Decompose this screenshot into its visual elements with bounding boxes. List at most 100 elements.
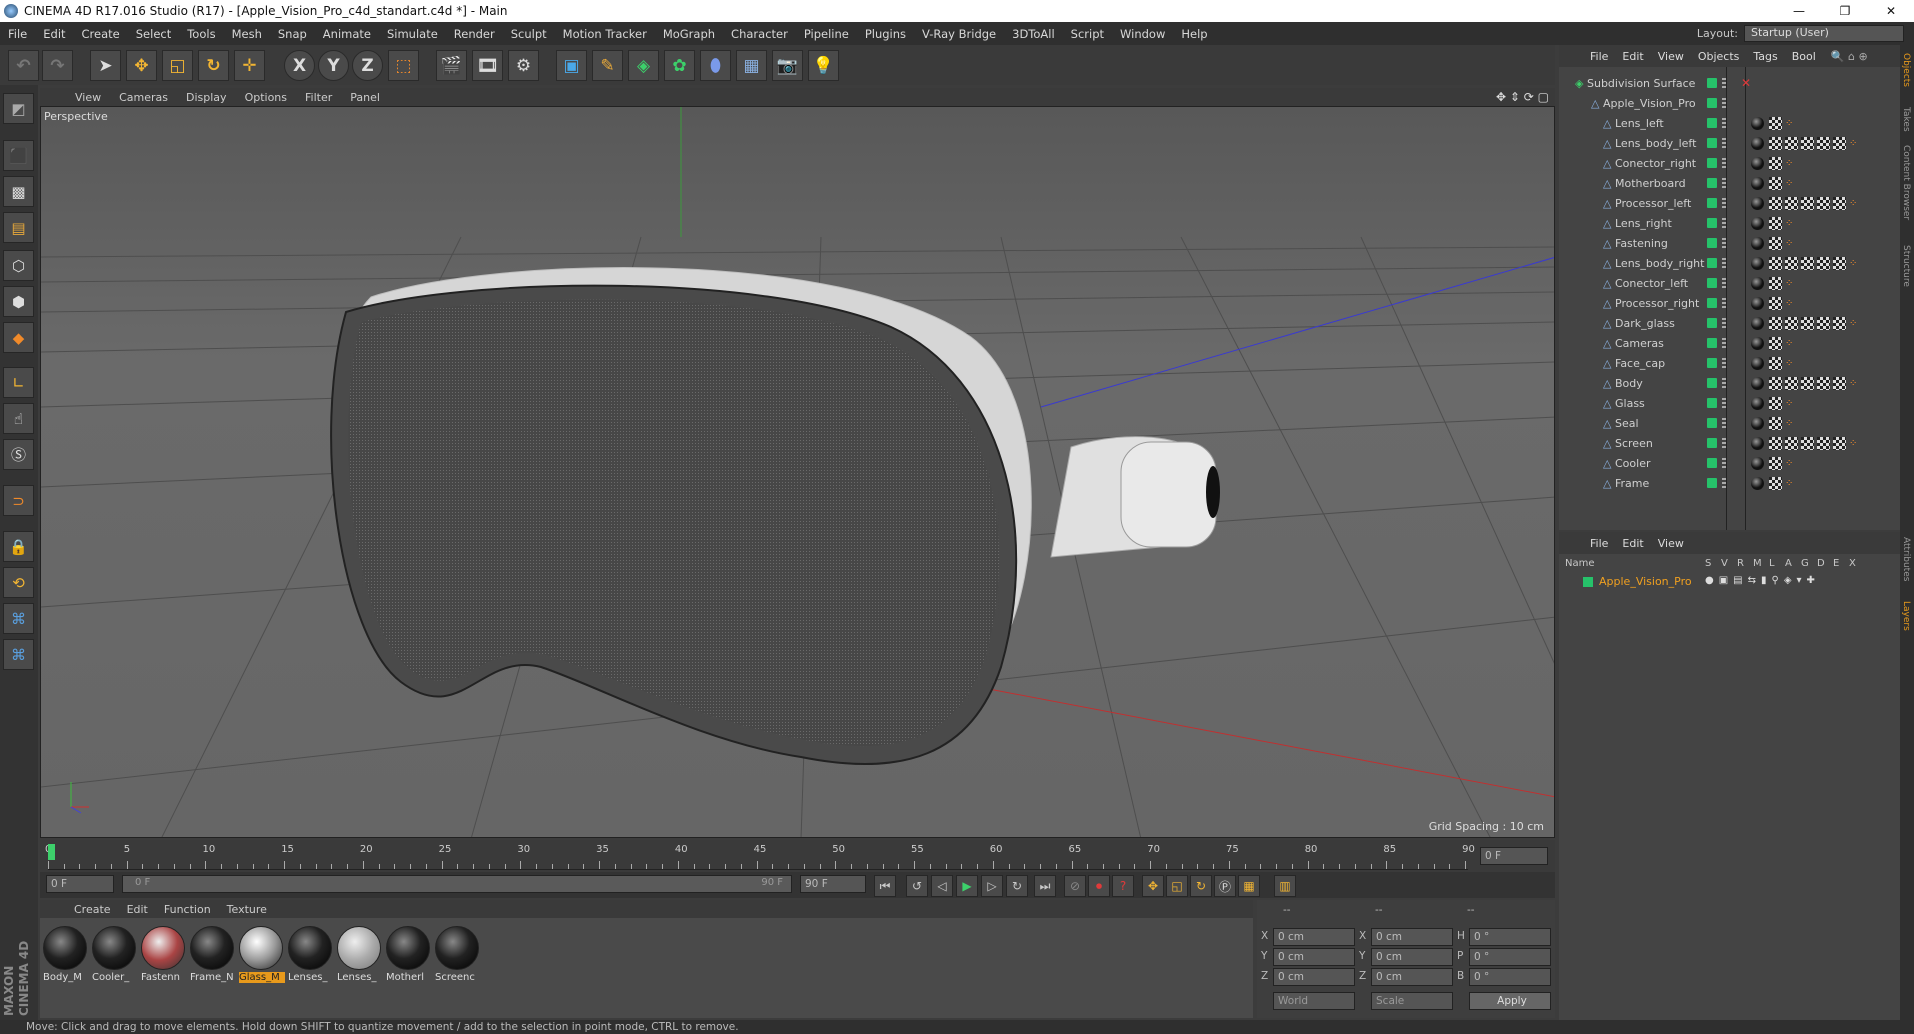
- visibility-toggle[interactable]: [1722, 318, 1726, 328]
- rotation-b-field[interactable]: 0 °: [1469, 968, 1551, 986]
- object-row[interactable]: △ Dark_glass ⁘: [1559, 313, 1900, 333]
- key-rotation-icon[interactable]: ↻: [1190, 875, 1212, 897]
- selection-tag-icon[interactable]: ⁘: [1785, 118, 1793, 129]
- key-position-icon[interactable]: ✥: [1142, 875, 1164, 897]
- texture-tag-icon[interactable]: [1801, 136, 1814, 150]
- selection-tag-icon[interactable]: ⁘: [1849, 438, 1857, 449]
- selection-tag-icon[interactable]: ⁘: [1785, 418, 1793, 429]
- viewport-menu-options[interactable]: Options: [236, 91, 296, 104]
- texture-tag-icon[interactable]: [1769, 256, 1782, 270]
- material-menu-edit[interactable]: Edit: [119, 903, 156, 916]
- object-row[interactable]: △ Frame ⁘: [1559, 473, 1900, 493]
- texture-tag-icon[interactable]: [1801, 196, 1814, 210]
- select-cursor-icon[interactable]: ➤: [90, 50, 121, 81]
- material-tag-icon[interactable]: [1751, 156, 1764, 170]
- menu-script[interactable]: Script: [1063, 27, 1112, 41]
- rotation-h-field[interactable]: 0 °: [1469, 928, 1551, 946]
- selection-tag-icon[interactable]: ⁘: [1849, 258, 1857, 269]
- menu-mograph[interactable]: MoGraph: [655, 27, 723, 41]
- layer-color-badge[interactable]: [1707, 338, 1717, 348]
- layer-color-badge[interactable]: [1707, 98, 1717, 108]
- texture-tag-icon[interactable]: [1769, 156, 1782, 170]
- texture-tag-icon[interactable]: [1785, 136, 1798, 150]
- texture-tag-icon[interactable]: [1769, 116, 1782, 130]
- texture-tag-icon[interactable]: [1769, 456, 1782, 470]
- selection-tag-icon[interactable]: ⁘: [1849, 378, 1857, 389]
- texture-tag-icon[interactable]: [1801, 436, 1814, 450]
- material-swatch[interactable]: Screenc: [435, 926, 481, 988]
- dock-tab-attributes[interactable]: Attributes: [1901, 537, 1911, 581]
- restore-button[interactable]: ❐: [1822, 0, 1868, 22]
- dock-tab-takes[interactable]: Takes: [1901, 107, 1911, 132]
- tweak-mode-icon[interactable]: ☝: [3, 403, 34, 434]
- next-frame-icon[interactable]: ▷: [981, 875, 1003, 897]
- objects-menu-bool[interactable]: Bool: [1785, 50, 1823, 63]
- points-mode-icon[interactable]: ⬡: [3, 250, 34, 281]
- object-row[interactable]: △ Fastening ⁘: [1559, 233, 1900, 253]
- texture-tag-icon[interactable]: [1769, 216, 1782, 230]
- menu-create[interactable]: Create: [74, 27, 128, 41]
- material-swatch[interactable]: Cooler_: [92, 926, 138, 988]
- material-tag-icon[interactable]: [1751, 396, 1764, 410]
- apply-button[interactable]: Apply: [1469, 992, 1551, 1010]
- menu-snap[interactable]: Snap: [270, 27, 315, 41]
- object-row[interactable]: △ Body ⁘: [1559, 373, 1900, 393]
- x-axis-lock-button[interactable]: X: [284, 50, 315, 81]
- object-row-root[interactable]: ◈ Subdivision Surface ✕: [1559, 73, 1900, 93]
- redo-icon[interactable]: ↷: [42, 50, 73, 81]
- preview-range-slider[interactable]: 0 F 90 F: [122, 875, 792, 893]
- object-row[interactable]: △ Motherboard ⁘: [1559, 173, 1900, 193]
- material-tag-icon[interactable]: [1751, 356, 1764, 370]
- cube-primitive-icon[interactable]: ▣: [556, 50, 587, 81]
- selection-tag-icon[interactable]: ⁘: [1785, 158, 1793, 169]
- texture-tag-icon[interactable]: [1785, 256, 1798, 270]
- visibility-toggle[interactable]: [1722, 438, 1726, 448]
- texture-tag-icon[interactable]: [1801, 256, 1814, 270]
- object-row[interactable]: △ Conector_left ⁘: [1559, 273, 1900, 293]
- layer-color-badge[interactable]: [1707, 278, 1717, 288]
- dock-tab-objects[interactable]: Objects: [1901, 53, 1911, 87]
- texture-tag-icon[interactable]: [1769, 436, 1782, 450]
- coordinate-system-icon[interactable]: ⬚: [388, 50, 419, 81]
- render-picture-viewer-icon[interactable]: 🎞: [472, 50, 503, 81]
- layers-menu-file[interactable]: File: [1583, 537, 1615, 550]
- object-row[interactable]: △ Lens_body_left ⁘: [1559, 133, 1900, 153]
- menu-animate[interactable]: Animate: [315, 27, 379, 41]
- visibility-toggle[interactable]: [1722, 398, 1726, 408]
- menu-render[interactable]: Render: [446, 27, 503, 41]
- dock-tab-layers[interactable]: Layers: [1901, 601, 1911, 631]
- y-axis-lock-button[interactable]: Y: [318, 50, 349, 81]
- polygons-mode-icon[interactable]: ◆: [3, 322, 34, 353]
- key-scale-icon[interactable]: ◱: [1166, 875, 1188, 897]
- viewport-menu-filter[interactable]: Filter: [296, 91, 341, 104]
- texture-tag-icon[interactable]: [1817, 316, 1830, 330]
- object-row[interactable]: △ Processor_left ⁘: [1559, 193, 1900, 213]
- texture-tag-icon[interactable]: [1817, 256, 1830, 270]
- visibility-toggle[interactable]: [1722, 338, 1726, 348]
- layer-color-badge[interactable]: [1707, 198, 1717, 208]
- material-tag-icon[interactable]: [1751, 436, 1764, 450]
- autokey-icon[interactable]: ⏺: [1088, 875, 1110, 897]
- texture-tag-icon[interactable]: [1817, 376, 1830, 390]
- material-swatch[interactable]: Frame_N: [190, 926, 236, 988]
- texture-tag-icon[interactable]: [1785, 376, 1798, 390]
- menu-sculpt[interactable]: Sculpt: [503, 27, 555, 41]
- selection-tag-icon[interactable]: ⁘: [1785, 478, 1793, 489]
- layer-color-badge[interactable]: [1707, 138, 1717, 148]
- floor-scene-icon[interactable]: ▦: [736, 50, 767, 81]
- object-row[interactable]: △ Glass ⁘: [1559, 393, 1900, 413]
- visibility-toggle[interactable]: [1722, 118, 1726, 128]
- texture-tag-icon[interactable]: [1769, 476, 1782, 490]
- texture-tag-icon[interactable]: [1833, 256, 1846, 270]
- material-tag-icon[interactable]: [1751, 236, 1764, 250]
- scale-tool-icon[interactable]: ◱: [162, 50, 193, 81]
- layer-color-badge[interactable]: [1707, 478, 1717, 488]
- material-tag-icon[interactable]: [1751, 196, 1764, 210]
- visibility-toggle[interactable]: [1722, 198, 1726, 208]
- prev-frame-icon[interactable]: ◁: [931, 875, 953, 897]
- texture-tag-icon[interactable]: [1785, 196, 1798, 210]
- start-frame-field[interactable]: 0 F: [46, 875, 114, 893]
- layer-toggle-icons[interactable]: ●▣▤⇆▮⚲◈▾✚: [1705, 575, 1820, 586]
- selection-tag-icon[interactable]: ⁘: [1849, 198, 1857, 209]
- layer-color-badge[interactable]: [1707, 178, 1717, 188]
